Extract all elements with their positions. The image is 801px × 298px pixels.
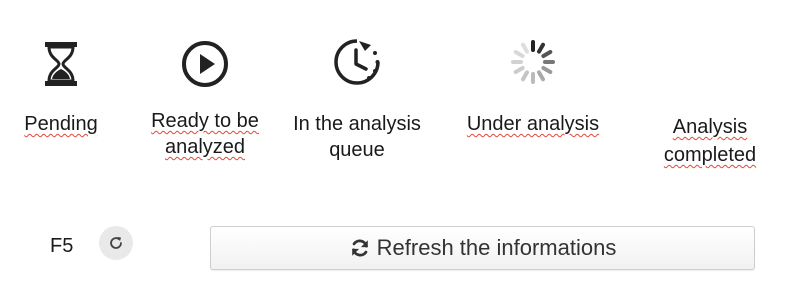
shortcut-label: F5 <box>50 235 74 257</box>
refresh-arrows-icon <box>351 239 368 257</box>
small-refresh-button[interactable] <box>99 226 133 260</box>
status-label-completed: Analysis completed <box>663 116 757 166</box>
spinner-icon <box>507 36 559 88</box>
refresh-informations-button[interactable]: Refresh the informations <box>210 226 755 270</box>
play-circle-icon <box>179 38 231 90</box>
refresh-button-label: Refresh the informations <box>376 235 617 260</box>
status-legend: Pending Ready to be analyzed In the anal… <box>0 0 801 200</box>
status-label-under-analysis: Under analysis <box>466 113 600 135</box>
refresh-icon <box>110 236 122 249</box>
status-label-pending: Pending <box>24 113 98 135</box>
status-label-ready: Ready to be analyzed <box>151 110 259 158</box>
status-label-in-queue: In the analysis queue <box>293 113 421 161</box>
clock-icon <box>331 36 383 88</box>
hourglass-icon <box>35 38 87 90</box>
